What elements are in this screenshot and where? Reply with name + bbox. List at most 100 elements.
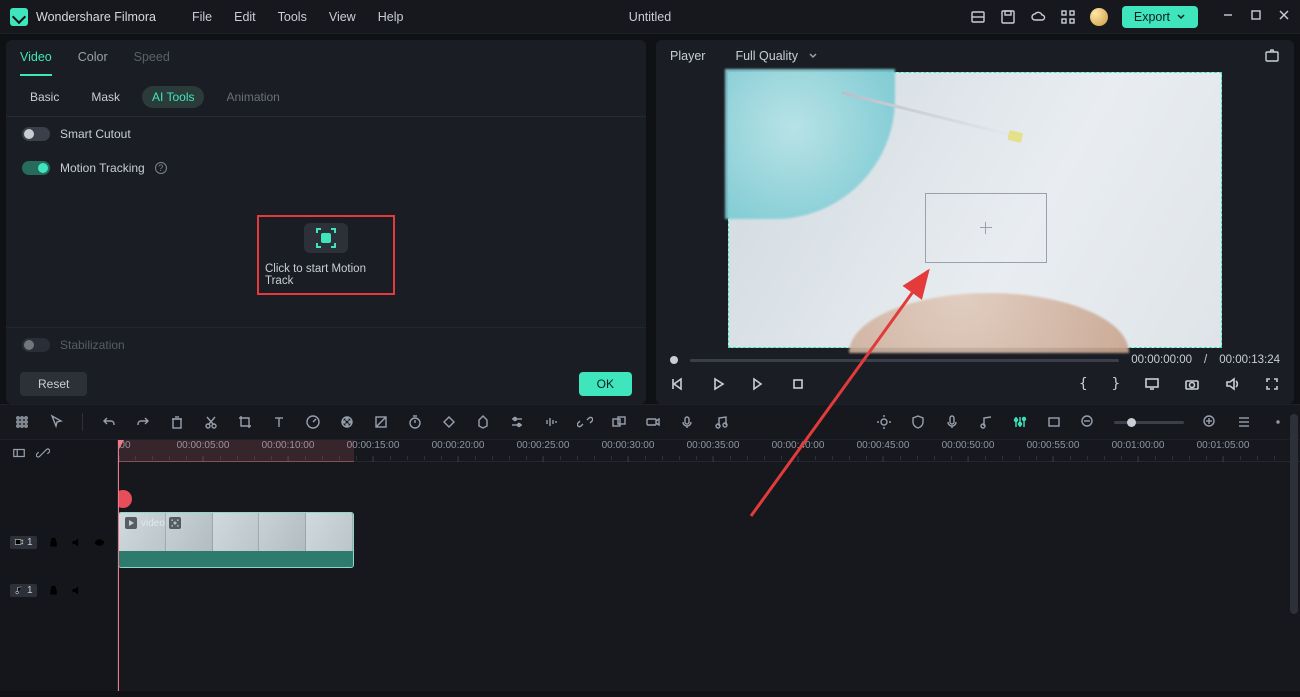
preview-canvas[interactable] [728, 72, 1222, 348]
player-tab[interactable]: Player [670, 49, 705, 63]
menu-tools[interactable]: Tools [270, 6, 315, 28]
motion-tracking-toggle[interactable] [22, 161, 50, 175]
link-icon[interactable] [36, 446, 50, 460]
camera-icon[interactable] [1184, 376, 1200, 392]
timeline-tracks-area[interactable]: 00:0000:00:05:0000:00:10:0000:00:15:0000… [118, 440, 1300, 691]
record-icon[interactable] [645, 414, 661, 430]
cursor-icon[interactable] [48, 414, 64, 430]
ruler-tick: 00:00:05:00 [177, 440, 230, 451]
fullscreen-icon[interactable] [1264, 376, 1280, 392]
tab-video[interactable]: Video [20, 50, 52, 76]
lock-icon[interactable] [47, 536, 60, 549]
ok-button[interactable]: OK [579, 372, 632, 396]
beat-icon[interactable] [978, 414, 994, 430]
audio-tool-icon[interactable] [543, 414, 559, 430]
mask-tool-icon[interactable] [373, 414, 389, 430]
subtab-mask[interactable]: Mask [81, 86, 130, 108]
quality-dropdown[interactable]: Full Quality [735, 49, 818, 63]
subtab-ai-tools[interactable]: AI Tools [142, 86, 204, 108]
zoom-in-icon[interactable] [1202, 414, 1218, 430]
duration-icon[interactable] [407, 414, 423, 430]
snapshot-icon[interactable] [1264, 48, 1280, 64]
shield-icon[interactable] [910, 414, 926, 430]
step-back-icon[interactable] [670, 376, 686, 392]
video-clip[interactable]: video [118, 512, 354, 568]
color-icon[interactable] [339, 414, 355, 430]
start-motion-track-button[interactable] [304, 223, 348, 253]
lock-icon[interactable] [47, 584, 60, 597]
mic-icon[interactable] [944, 414, 960, 430]
marker-icon[interactable] [475, 414, 491, 430]
tab-speed[interactable]: Speed [134, 50, 170, 76]
mute-icon[interactable] [70, 536, 83, 549]
keyframe-icon[interactable] [441, 414, 457, 430]
zoom-out-icon[interactable] [1080, 414, 1096, 430]
mixer-icon[interactable] [1012, 414, 1028, 430]
speed-icon[interactable] [305, 414, 321, 430]
volume-icon[interactable] [1224, 376, 1240, 392]
apps-icon[interactable] [1060, 9, 1076, 25]
menu-edit[interactable]: Edit [226, 6, 264, 28]
redo-icon[interactable] [135, 414, 151, 430]
play-next-icon[interactable] [750, 376, 766, 392]
smart-cutout-toggle[interactable] [22, 127, 50, 141]
ruler-tick: 00:00:30:00 [602, 440, 655, 451]
play-icon[interactable] [710, 376, 726, 392]
motion-track-target-box[interactable] [925, 193, 1047, 263]
timeline-ruler[interactable]: 00:0000:00:05:0000:00:10:0000:00:15:0000… [118, 440, 1300, 462]
enhance-icon[interactable] [876, 414, 892, 430]
scrub-track[interactable] [690, 359, 1119, 362]
vertical-scrollbar[interactable] [1290, 414, 1298, 614]
app-logo-icon [10, 8, 28, 26]
scrub-handle[interactable] [670, 356, 678, 364]
video-track-badge: 1 [10, 536, 37, 549]
ruler-tick: 00:00:50:00 [942, 440, 995, 451]
undo-icon[interactable] [101, 414, 117, 430]
voiceover-icon[interactable] [679, 414, 695, 430]
subtab-animation[interactable]: Animation [216, 86, 289, 108]
track-icon[interactable] [12, 446, 26, 460]
unlink-icon[interactable] [577, 414, 593, 430]
window-maximize-icon[interactable] [1250, 9, 1262, 24]
marker-icon[interactable] [118, 490, 132, 508]
preview-content [725, 69, 895, 219]
text-icon[interactable] [271, 414, 287, 430]
zoom-slider[interactable] [1114, 421, 1184, 424]
cut-icon[interactable] [203, 414, 219, 430]
layout-icon[interactable] [970, 9, 986, 25]
stop-icon[interactable] [790, 376, 806, 392]
menu-help[interactable]: Help [370, 6, 412, 28]
user-avatar-icon[interactable] [1090, 8, 1108, 26]
frame-icon[interactable] [1046, 414, 1062, 430]
display-icon[interactable] [1144, 376, 1160, 392]
cloud-icon[interactable] [1030, 9, 1046, 25]
visibility-icon[interactable] [93, 536, 106, 549]
mute-icon[interactable] [70, 584, 83, 597]
delete-icon[interactable] [169, 414, 185, 430]
more-icon[interactable] [1270, 414, 1286, 430]
reset-button[interactable]: Reset [20, 372, 87, 396]
window-minimize-icon[interactable] [1222, 9, 1234, 24]
adjust-icon[interactable] [509, 414, 525, 430]
video-track-header[interactable]: 1 [0, 514, 117, 570]
mark-out-icon[interactable]: } [1112, 376, 1120, 392]
grid-icon[interactable] [14, 414, 30, 430]
music-icon[interactable] [713, 414, 729, 430]
crop-icon[interactable] [237, 414, 253, 430]
subtab-basic[interactable]: Basic [20, 86, 69, 108]
audio-track-header[interactable]: 1 [0, 570, 117, 610]
export-button[interactable]: Export [1122, 6, 1198, 28]
export-label: Export [1134, 10, 1170, 24]
save-icon[interactable] [1000, 9, 1016, 25]
list-icon[interactable] [1236, 414, 1252, 430]
menu-file[interactable]: File [184, 6, 220, 28]
info-icon[interactable]: ? [155, 162, 167, 174]
motion-track-cta-label: Click to start Motion Track [265, 263, 387, 287]
menu-view[interactable]: View [321, 6, 364, 28]
group-icon[interactable] [611, 414, 627, 430]
tab-color[interactable]: Color [78, 50, 108, 76]
window-close-icon[interactable] [1278, 9, 1290, 24]
mark-in-icon[interactable]: { [1079, 376, 1087, 392]
playhead[interactable] [118, 440, 119, 691]
option-motion-tracking: Motion Tracking ? [6, 151, 646, 185]
